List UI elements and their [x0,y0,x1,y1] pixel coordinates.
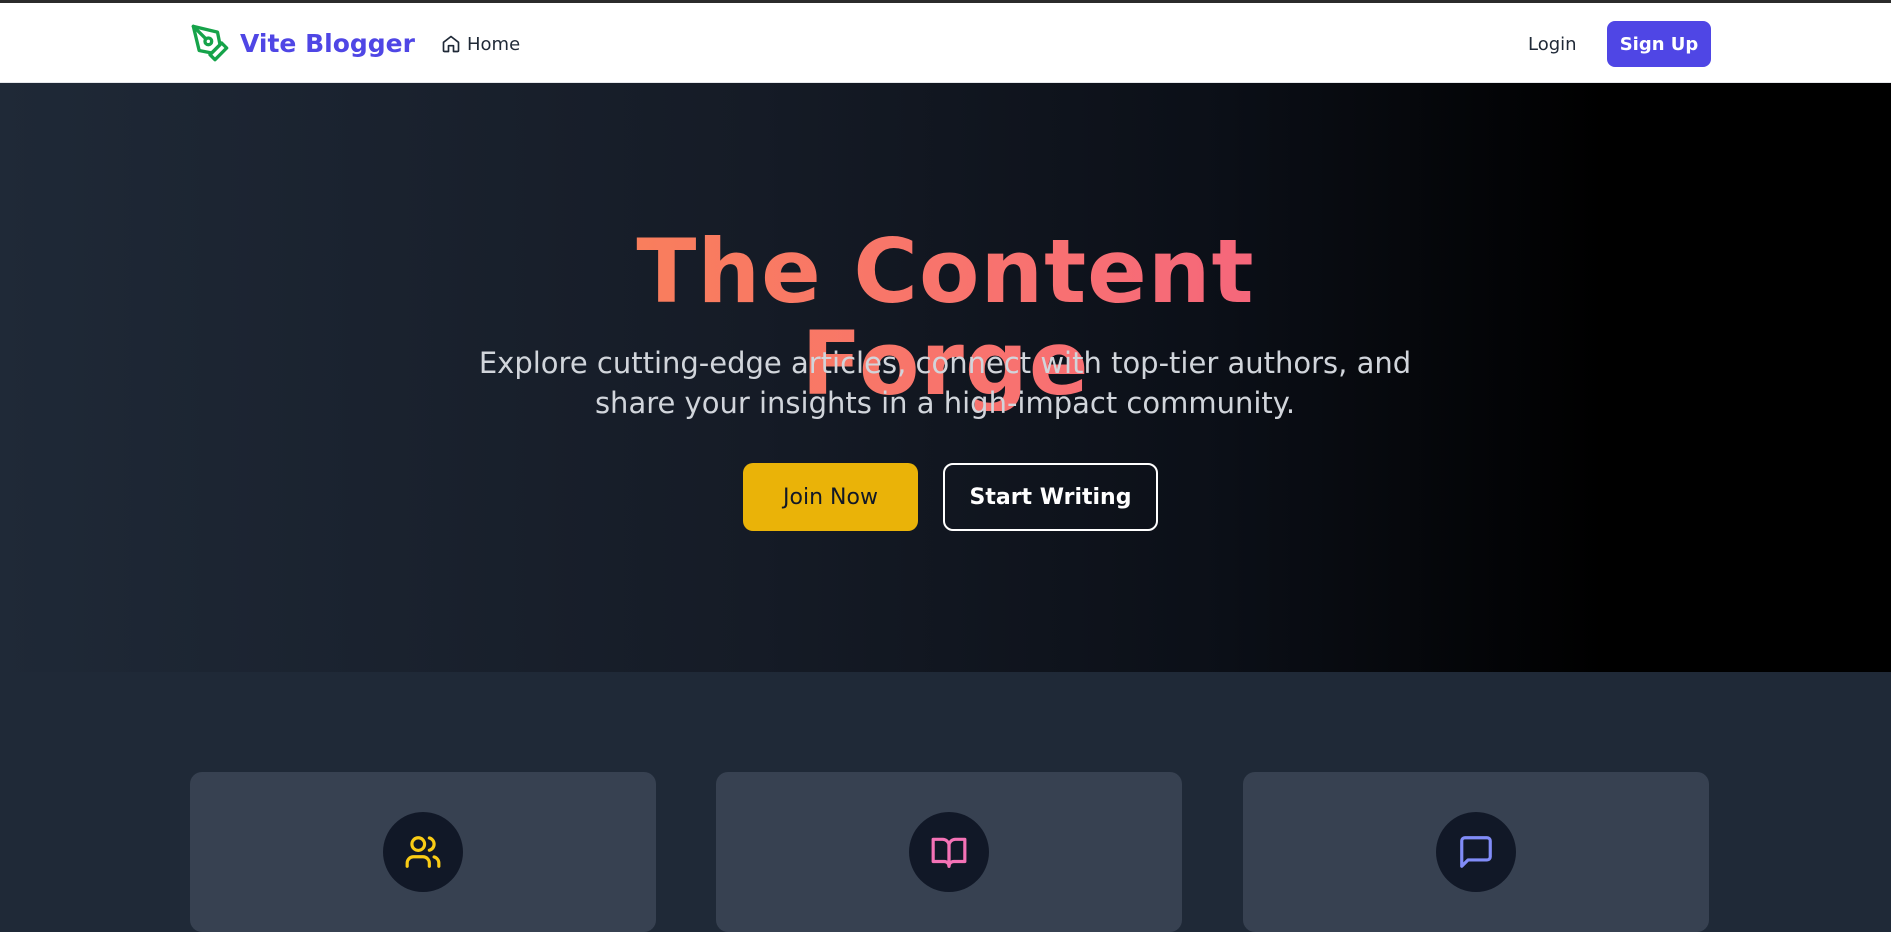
feature-card-articles [716,772,1182,932]
message-square-icon [1460,836,1492,868]
feature-icon-badge [909,812,989,892]
feature-card-community [190,772,656,932]
hero-section: The Content Forge Explore cutting-edge a… [0,83,1891,672]
book-open-icon [931,837,967,868]
navbar: Vite Blogger Home Login Sign Up [0,3,1891,83]
brand-logo-link[interactable]: Vite Blogger [190,23,415,63]
nav-home-link[interactable]: Home [441,31,520,57]
nav-home-label: Home [467,33,521,55]
login-link[interactable]: Login [1528,34,1577,55]
features-section [0,672,1891,932]
feature-icon-badge [383,812,463,892]
feature-icon-badge [1436,812,1516,892]
join-now-button[interactable]: Join Now [743,463,918,531]
brand-name: Vite Blogger [240,28,415,58]
start-writing-button[interactable]: Start Writing [943,463,1158,531]
feature-card-discussion [1243,772,1709,932]
hero-subtitle: Explore cutting-edge articles, connect w… [478,346,1412,420]
signup-button[interactable]: Sign Up [1607,21,1711,67]
users-icon [405,836,441,868]
pen-nib-icon [191,24,229,62]
home-icon [442,35,460,53]
